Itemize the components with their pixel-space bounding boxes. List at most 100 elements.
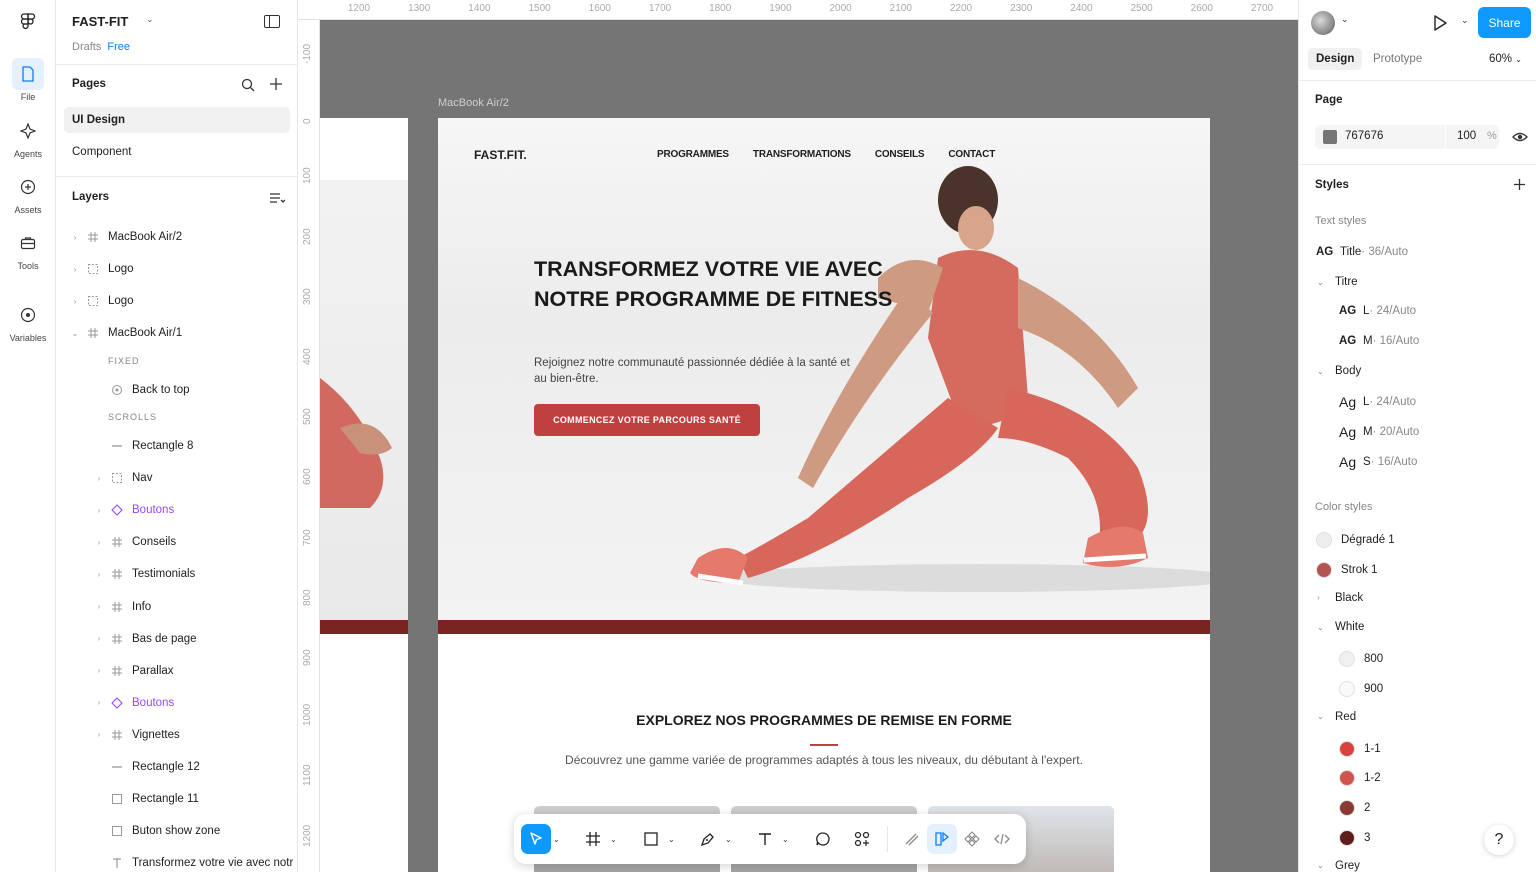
style-group[interactable]: ⌄ Body: [1317, 365, 1361, 377]
chevron-down-icon[interactable]: ⌄: [1341, 14, 1349, 25]
dev-mode[interactable]: [987, 824, 1017, 854]
figma-logo-icon[interactable]: [18, 12, 38, 32]
chevron-down-icon[interactable]: ⌄: [1317, 861, 1335, 870]
style-group[interactable]: ⌄ Titre: [1317, 276, 1358, 288]
rail-agents[interactable]: Agents: [0, 115, 56, 165]
color-style-item[interactable]: 1-2: [1339, 770, 1381, 787]
layer-item[interactable]: › Logo: [56, 257, 297, 281]
text-style-item[interactable]: AG L · 24/Auto: [1339, 305, 1416, 317]
tab-prototype[interactable]: Prototype: [1373, 53, 1422, 65]
text-style-item[interactable]: AG Title · 36/Auto: [1316, 246, 1408, 258]
chevron-right-icon[interactable]: ›: [94, 666, 104, 675]
color-style-item[interactable]: Strok 1: [1316, 561, 1377, 578]
design-mode[interactable]: [927, 824, 957, 854]
programs-title[interactable]: EXPLOREZ NOS PROGRAMMES DE REMISE EN FOR…: [438, 712, 1210, 728]
layer-item[interactable]: Buton show zone: [56, 819, 297, 843]
add-page-icon[interactable]: [268, 76, 284, 92]
chevron-down-icon[interactable]: ⌄: [1317, 623, 1335, 632]
layer-item[interactable]: › MacBook Air/2: [56, 225, 297, 249]
color-style-item[interactable]: 2: [1339, 800, 1370, 817]
add-style-icon[interactable]: [1513, 178, 1526, 191]
help-button[interactable]: ?: [1484, 825, 1514, 855]
play-icon[interactable]: [1432, 14, 1448, 32]
chevron-down-icon[interactable]: ⌄: [553, 835, 560, 844]
color-style-item[interactable]: 1-1: [1339, 740, 1381, 757]
site-logo[interactable]: FAST.FIT.: [474, 148, 527, 162]
canvas[interactable]: 1200 1300 1400 1500 1600 1700 1800 1900 2000 2100…: [298, 0, 1298, 872]
color-style-item[interactable]: 3: [1339, 830, 1370, 846]
nav-link-conseils[interactable]: CONSEILS: [875, 149, 925, 160]
shape-tool[interactable]: ⌄: [636, 824, 675, 854]
rail-assets[interactable]: Assets: [0, 171, 56, 221]
chevron-right-icon[interactable]: ›: [94, 570, 104, 579]
layer-item[interactable]: › Bas de page: [56, 627, 297, 651]
chevron-right-icon[interactable]: ›: [94, 474, 104, 483]
color-group[interactable]: ⌄ Red: [1317, 711, 1356, 723]
chevron-down-icon[interactable]: ⌄: [1317, 278, 1335, 287]
chevron-down-icon[interactable]: ⌄: [782, 835, 789, 844]
nav-link-programmes[interactable]: PROGRAMMES: [657, 149, 729, 160]
chevron-down-icon[interactable]: ⌄: [1317, 367, 1335, 376]
avatar[interactable]: [1311, 11, 1335, 35]
chevron-down-icon[interactable]: ⌄: [70, 329, 80, 338]
layer-item[interactable]: › Parallax: [56, 659, 297, 683]
programs-description[interactable]: Découvrez une gamme variée de programmes…: [438, 753, 1210, 767]
rail-variables[interactable]: Variables: [0, 299, 56, 349]
color-style-item[interactable]: 800: [1339, 651, 1383, 668]
color-style-item[interactable]: 900: [1339, 681, 1383, 697]
actions-tool[interactable]: [847, 824, 877, 854]
layer-item[interactable]: Rectangle 8: [56, 434, 297, 458]
layer-item[interactable]: ⌄ MacBook Air/1: [56, 321, 297, 345]
hero-subtext[interactable]: Rejoignez notre communauté passionnée dé…: [534, 355, 864, 387]
chevron-down-icon[interactable]: ⌄: [668, 835, 675, 844]
frame-tool[interactable]: ⌄: [578, 824, 617, 854]
share-button[interactable]: Share: [1478, 7, 1531, 38]
nav-link-contact[interactable]: CONTACT: [948, 149, 995, 160]
layer-item[interactable]: Rectangle 11: [56, 787, 297, 811]
layer-item[interactable]: › Boutons: [56, 691, 297, 715]
layer-item[interactable]: › Logo: [56, 289, 297, 313]
chevron-down-icon[interactable]: ⌄: [1461, 15, 1469, 26]
page-color-hex[interactable]: 767676: [1345, 130, 1383, 142]
layer-item[interactable]: › Conseils: [56, 530, 297, 554]
color-group[interactable]: ⌄ White: [1317, 621, 1364, 633]
color-group[interactable]: › Black: [1317, 592, 1363, 604]
hero-headline[interactable]: TRANSFORMEZ VOTRE VIE AVEC NOTRE PROGRAM…: [534, 254, 894, 314]
text-style-item[interactable]: AG M · 16/Auto: [1339, 335, 1419, 347]
frame-macbook-air-2[interactable]: FAST.FIT. PROGRAMMES TRANSFORMATIONS CON…: [438, 118, 1210, 872]
chevron-right-icon[interactable]: ›: [94, 634, 104, 643]
page-opacity[interactable]: 100: [1457, 130, 1476, 142]
search-icon[interactable]: [240, 77, 256, 93]
text-tool[interactable]: ⌄: [750, 824, 789, 854]
color-group[interactable]: ⌄ Grey: [1317, 860, 1360, 872]
layer-item[interactable]: Rectangle 12: [56, 755, 297, 779]
text-style-item[interactable]: Ag M · 20/Auto: [1339, 424, 1419, 440]
layer-list-icon[interactable]: [269, 190, 285, 206]
comment-tool[interactable]: [808, 824, 838, 854]
page-color-field[interactable]: 767676 100 %: [1315, 125, 1499, 149]
cta-button[interactable]: COMMENCEZ VOTRE PARCOURS SANTÉ: [534, 404, 760, 436]
component-mode[interactable]: [957, 824, 987, 854]
chevron-down-icon[interactable]: ⌄: [146, 14, 154, 25]
text-style-item[interactable]: Ag S · 16/Auto: [1339, 454, 1417, 470]
layer-item[interactable]: Back to top: [56, 378, 297, 402]
layer-item[interactable]: › Info: [56, 595, 297, 619]
chevron-right-icon[interactable]: ›: [94, 538, 104, 547]
zoom-level[interactable]: 60% ⌄: [1489, 53, 1522, 65]
eye-icon[interactable]: [1512, 130, 1528, 144]
frame-macbook-air-1[interactable]: [320, 118, 408, 872]
layer-item[interactable]: › Vignettes: [56, 723, 297, 747]
location-label[interactable]: Drafts: [72, 41, 101, 53]
chevron-right-icon[interactable]: ›: [1317, 593, 1335, 602]
chevron-right-icon[interactable]: ›: [94, 698, 104, 707]
layer-item[interactable]: › Nav: [56, 466, 297, 490]
chevron-right-icon[interactable]: ›: [70, 265, 80, 274]
chevron-right-icon[interactable]: ›: [94, 730, 104, 739]
layer-item[interactable]: › Testimonials: [56, 562, 297, 586]
chevron-right-icon[interactable]: ›: [94, 506, 104, 515]
draw-mode[interactable]: [897, 824, 927, 854]
text-style-item[interactable]: Ag L · 24/Auto: [1339, 394, 1416, 410]
chevron-down-icon[interactable]: ⌄: [610, 835, 617, 844]
page-item[interactable]: UI Design: [64, 107, 290, 133]
layer-item[interactable]: Transformez votre vie avec notr: [56, 851, 297, 872]
